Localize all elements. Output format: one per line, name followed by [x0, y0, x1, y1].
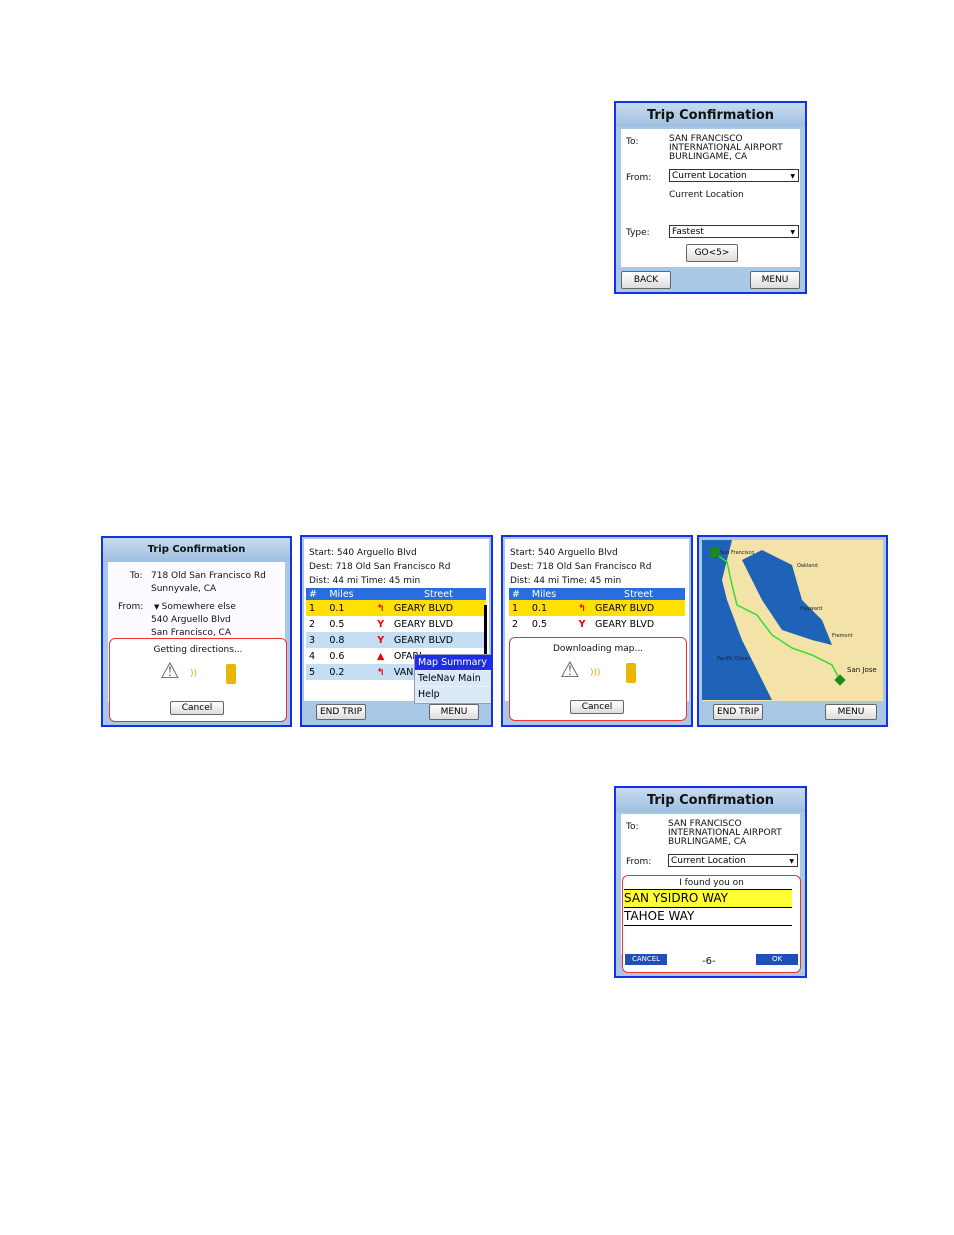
- from-line: 540 Arguello Blvd: [151, 615, 231, 625]
- screen-map-summary: San Francisco Oakland Hayward Fremont Pa…: [697, 535, 888, 727]
- directions-table: # Miles Street 1 0.1 ↰ GEARY BLVD 2 0.5 Y GEARY …: [509, 588, 685, 632]
- table-row[interactable]: 1 0.1 ↰ GEARY BLVD: [306, 600, 486, 616]
- back-button[interactable]: BACK: [621, 271, 671, 289]
- option-tahoe-way[interactable]: TAHOE WAY: [624, 908, 792, 926]
- from-select[interactable]: ▼ Somewhere else: [154, 602, 236, 612]
- from-select[interactable]: Current Location: [669, 169, 799, 183]
- menu-item-telenav-main[interactable]: TeleNav Main: [415, 671, 491, 687]
- dist-text: Dist: 44 mi Time: 45 min: [510, 576, 622, 586]
- map[interactable]: San Francisco Oakland Hayward Fremont Pa…: [702, 540, 883, 701]
- signal-icon: )): [190, 669, 198, 679]
- fork-right-icon: Y: [370, 632, 391, 648]
- map-label-san-jose: San Jose: [847, 666, 877, 674]
- progress-dialog: Getting directions... ⚠ )) Cancel: [109, 638, 287, 722]
- cancel-button[interactable]: Cancel: [570, 700, 624, 714]
- fork-right-icon: Y: [578, 618, 586, 630]
- to-line: SAN FRANCISCO: [668, 819, 742, 829]
- type-label: Type:: [626, 228, 650, 238]
- screen-trip-confirmation-found: Trip Confirmation To: SAN FRANCISCO INTE…: [614, 786, 807, 978]
- from-select[interactable]: Current Location: [668, 854, 798, 868]
- telenav-tower-icon: ⚠: [560, 658, 580, 683]
- to-line: BURLINGAME, CA: [668, 837, 747, 847]
- to-label: To:: [130, 571, 143, 581]
- menu-button[interactable]: MENU: [750, 271, 800, 289]
- turn-left-icon: ↰: [572, 600, 592, 616]
- origin-marker: [710, 548, 719, 557]
- menu-button[interactable]: MENU: [825, 704, 877, 720]
- map-label: Oakland: [797, 563, 818, 569]
- ok-button[interactable]: OK: [756, 954, 798, 965]
- to-label: To:: [626, 822, 639, 832]
- type-select[interactable]: Fastest: [669, 225, 799, 239]
- scrollbar[interactable]: [484, 605, 487, 655]
- from-detail: Current Location: [669, 190, 744, 200]
- to-line: Sunnyvale, CA: [151, 584, 217, 594]
- map-label: Hayward: [800, 606, 822, 612]
- progress-dialog: Downloading map... ⚠ ))) Cancel: [509, 637, 687, 721]
- turn-left-icon: ↰: [370, 600, 391, 616]
- from-label: From:: [626, 173, 652, 183]
- screen-getting-directions: Trip Confirmation To: 718 Old San Franci…: [101, 536, 292, 727]
- start-text: Start: 540 Arguello Blvd: [510, 548, 618, 558]
- to-line: 718 Old San Francisco Rd: [151, 571, 266, 581]
- page-number: -6-: [702, 956, 716, 967]
- dialog-text: Downloading map...: [552, 644, 644, 654]
- dropdown-icon: ▼: [154, 603, 162, 611]
- popup-menu: Map Summary TeleNav Main Help: [414, 654, 491, 704]
- from-value: Somewhere else: [161, 602, 236, 612]
- title-bar: Trip Confirmation: [616, 103, 805, 127]
- dest-text: Dest: 718 Old San Francisco Rd: [309, 562, 451, 572]
- table-row[interactable]: 2 0.5 Y GEARY BLVD: [509, 616, 685, 632]
- cancel-button[interactable]: Cancel: [170, 701, 224, 715]
- to-label: To:: [626, 137, 639, 147]
- screen-downloading-map: Start: 540 Arguello Blvd Dest: 718 Old S…: [501, 535, 693, 727]
- go-button[interactable]: GO<5>: [686, 244, 738, 262]
- title-bar: Trip Confirmation: [103, 538, 290, 562]
- telenav-tower-icon: ⚠: [160, 659, 180, 684]
- turn-left-icon: ↰: [370, 664, 391, 680]
- map-label: San Francisco: [720, 550, 754, 556]
- table-row[interactable]: 3 0.8 Y GEARY BLVD: [306, 632, 486, 648]
- start-text: Start: 540 Arguello Blvd: [309, 548, 417, 558]
- map-label: Pacific Ocean: [717, 656, 750, 662]
- title-bar: Trip Confirmation: [616, 788, 805, 812]
- to-line: INTERNATIONAL AIRPORT: [669, 143, 783, 153]
- cancel-button[interactable]: CANCEL: [625, 954, 667, 965]
- end-trip-button[interactable]: END TRIP: [713, 704, 763, 720]
- option-san-ysidro-way[interactable]: SAN YSIDRO WAY: [624, 889, 792, 908]
- phone-icon: [226, 664, 236, 684]
- from-line: San Francisco, CA: [151, 628, 231, 638]
- dialog-title: I found you on: [679, 878, 744, 888]
- to-line: SAN FRANCISCO: [669, 134, 743, 144]
- dest-text: Dest: 718 Old San Francisco Rd: [510, 562, 652, 572]
- menu-item-map-summary[interactable]: Map Summary: [415, 655, 491, 671]
- straight-icon: ▲: [377, 650, 385, 662]
- end-trip-button[interactable]: END TRIP: [316, 704, 366, 720]
- col-header: Street: [390, 588, 486, 600]
- col-header: #: [306, 588, 327, 600]
- signal-icon: ))): [590, 668, 601, 678]
- col-header: Miles: [326, 588, 371, 600]
- phone-icon: [626, 663, 636, 683]
- table-row[interactable]: 2 0.5 Y GEARY BLVD: [306, 616, 486, 632]
- screen-trip-confirmation-1: Trip Confirmation To: SAN FRANCISCO INTE…: [614, 101, 807, 294]
- from-label: From:: [626, 857, 652, 867]
- map-label: Fremont: [832, 633, 853, 639]
- to-line: BURLINGAME, CA: [669, 152, 748, 162]
- table-row[interactable]: 1 0.1 ↰ GEARY BLVD: [509, 600, 685, 616]
- from-label: From:: [118, 602, 144, 612]
- to-line: INTERNATIONAL AIRPORT: [668, 828, 782, 838]
- fork-right-icon: Y: [377, 618, 385, 630]
- menu-item-help[interactable]: Help: [415, 687, 491, 703]
- screen-directions-list: Start: 540 Arguello Blvd Dest: 718 Old S…: [300, 535, 493, 727]
- dialog-text: Getting directions...: [153, 645, 243, 655]
- menu-button[interactable]: MENU: [429, 704, 479, 720]
- dist-text: Dist: 44 mi Time: 45 min: [309, 576, 421, 586]
